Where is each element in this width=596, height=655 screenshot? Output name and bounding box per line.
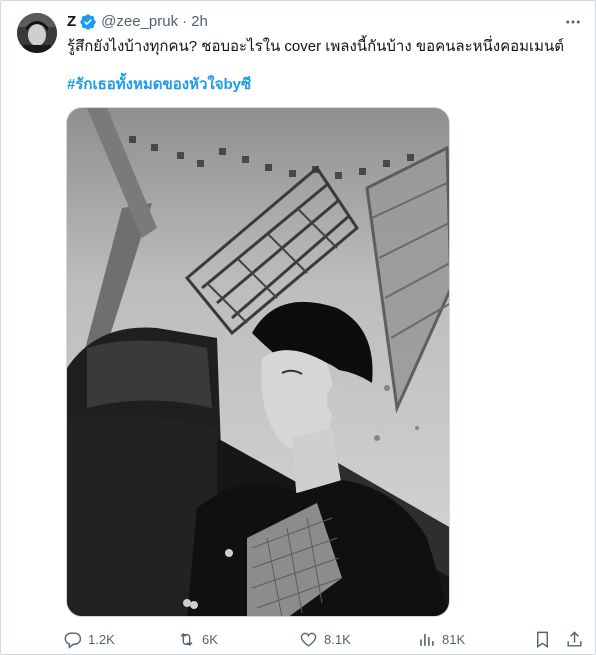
share-icon bbox=[567, 630, 582, 647]
avatar[interactable] bbox=[17, 13, 57, 53]
tweet-card: Z @zee_pruk · 2h รู้สึกยังไงบ้างทุกคน? ช… bbox=[0, 0, 596, 655]
reply-button[interactable]: 1.2K bbox=[63, 628, 115, 650]
like-button[interactable]: 8.1K bbox=[299, 628, 351, 650]
repost-icon bbox=[180, 632, 193, 646]
tweet-text: รู้สึกยังไงบ้างทุกคน? ชอบอะไรใน cover เพ… bbox=[67, 38, 565, 55]
author-handle[interactable]: @zee_pruk bbox=[101, 12, 178, 32]
more-horizontal-icon[interactable] bbox=[561, 11, 585, 33]
tweet-actions: 1.2K 6K 8.1K 81K bbox=[63, 628, 587, 650]
verified-badge-icon bbox=[79, 13, 97, 31]
share-button[interactable] bbox=[565, 628, 584, 650]
views-icon bbox=[420, 633, 434, 646]
like-count: 8.1K bbox=[324, 631, 351, 647]
timestamp[interactable]: 2h bbox=[191, 12, 208, 32]
author-name[interactable]: Z bbox=[67, 12, 76, 32]
like-icon bbox=[300, 632, 317, 647]
views-button[interactable]: 81K bbox=[417, 628, 465, 650]
bookmark-icon bbox=[537, 631, 548, 648]
tweet-photo[interactable] bbox=[66, 107, 450, 617]
separator-dot: · bbox=[182, 13, 188, 30]
bookmark-button[interactable] bbox=[533, 628, 552, 650]
reply-count: 1.2K bbox=[88, 631, 115, 647]
views-count: 81K bbox=[442, 631, 466, 647]
repost-count: 6K bbox=[202, 631, 218, 647]
hashtag-link[interactable]: #รักเธอทั้งหมดของหัวใจbyซี bbox=[67, 75, 251, 95]
repost-button[interactable]: 6K bbox=[177, 628, 218, 650]
tweet-header: Z @zee_pruk · 2h bbox=[67, 11, 583, 33]
reply-icon bbox=[64, 631, 82, 649]
